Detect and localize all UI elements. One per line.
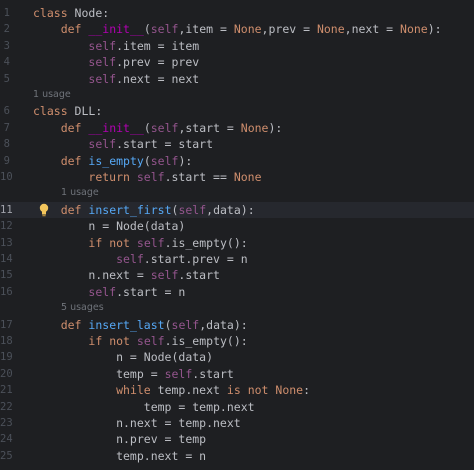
code-line[interactable]: 23 n.next = temp.next bbox=[0, 415, 474, 431]
code-text[interactable]: class DLL: bbox=[33, 103, 102, 119]
line-number: 1 bbox=[3, 7, 10, 19]
code-line[interactable]: 3 self.item = item bbox=[0, 38, 474, 54]
usage-hint-text: 1 usage bbox=[61, 187, 99, 199]
code-text[interactable]: temp = temp.next bbox=[33, 399, 255, 415]
code-text[interactable]: self.item = item bbox=[33, 38, 199, 54]
code-line[interactable]: 2 def __init__(self,item = None,prev = N… bbox=[0, 21, 474, 37]
code-line[interactable]: 16 self.start = n bbox=[0, 284, 474, 300]
line-number: 20 bbox=[0, 367, 13, 380]
code-line[interactable]: 8 self.start = start bbox=[0, 136, 474, 152]
line-number: 9 bbox=[3, 154, 10, 167]
code-text[interactable]: def __init__(self,start = None): bbox=[33, 120, 283, 136]
code-line[interactable]: 20 temp = self.start bbox=[0, 366, 474, 382]
line-number: 2 bbox=[3, 23, 10, 36]
code-text[interactable]: self.start.prev = n bbox=[33, 251, 248, 267]
code-line[interactable]: 24 n.prev = temp bbox=[0, 431, 474, 447]
line-number: 3 bbox=[3, 39, 10, 52]
code-text[interactable]: self.start = n bbox=[33, 284, 185, 300]
code-text[interactable]: def is_empty(self): bbox=[33, 153, 193, 169]
code-line[interactable]: 12 n = Node(data) bbox=[0, 218, 474, 234]
code-text[interactable]: n.next = temp.next bbox=[33, 415, 241, 431]
line-number: 16 bbox=[0, 285, 13, 298]
line-number: 6 bbox=[3, 105, 10, 118]
code-line[interactable]: 17 def insert_last(self,data): bbox=[0, 317, 474, 333]
line-number: 17 bbox=[0, 318, 13, 331]
line-number: 19 bbox=[0, 351, 13, 364]
code-line[interactable]: 13 if not self.is_empty(): bbox=[0, 235, 474, 251]
code-text[interactable]: if not self.is_empty(): bbox=[33, 235, 247, 251]
code-line[interactable]: 5 self.next = next bbox=[0, 71, 474, 87]
code-text[interactable]: temp.next = n bbox=[33, 448, 206, 464]
code-line[interactable]: 7 def __init__(self,start = None): bbox=[0, 120, 474, 136]
code-line[interactable]: 10 return self.start == None bbox=[0, 169, 474, 185]
code-line[interactable]: 22 temp = temp.next bbox=[0, 399, 474, 415]
code-text[interactable]: def __init__(self,item = None,prev = Non… bbox=[33, 21, 442, 37]
code-text[interactable]: def insert_first(self,data): bbox=[33, 202, 255, 218]
code-line[interactable]: 21 while temp.next is not None: bbox=[0, 382, 474, 398]
code-text[interactable]: self.start = start bbox=[33, 136, 213, 152]
code-text[interactable]: if not self.is_empty(): bbox=[33, 333, 247, 349]
usage-hint[interactable]: 5 usages bbox=[0, 300, 474, 316]
code-text[interactable]: temp = self.start bbox=[33, 366, 234, 382]
code-editor[interactable]: 1 class Node: 2 def __init__(self,item = N… bbox=[0, 0, 474, 470]
code-line[interactable]: 9 def is_empty(self): bbox=[0, 153, 474, 169]
line-number: 7 bbox=[3, 121, 10, 134]
usage-hint[interactable]: 1 usage bbox=[0, 185, 474, 201]
line-number: 14 bbox=[0, 253, 13, 265]
line-number: 23 bbox=[0, 417, 13, 429]
code-line[interactable]: 1 class Node: bbox=[0, 5, 474, 21]
code-text[interactable]: class Node: bbox=[33, 5, 109, 21]
usage-hint-text: 5 usages bbox=[61, 302, 104, 314]
line-number: 22 bbox=[0, 400, 13, 413]
code-text[interactable]: def insert_last(self,data): bbox=[33, 317, 248, 333]
line-number: 18 bbox=[0, 335, 13, 347]
line-number: 25 bbox=[0, 449, 13, 462]
code-text[interactable]: n.next = self.start bbox=[33, 267, 220, 283]
code-line[interactable]: 25 temp.next = n bbox=[0, 448, 474, 464]
code-line[interactable]: 19 n = Node(data) bbox=[0, 349, 474, 365]
line-number: 12 bbox=[0, 220, 13, 233]
line-number: 5 bbox=[3, 72, 10, 85]
code-line[interactable]: 14 self.start.prev = n bbox=[0, 251, 474, 267]
code-text[interactable]: self.prev = prev bbox=[33, 54, 199, 70]
code-line[interactable]: 18 if not self.is_empty(): bbox=[0, 333, 474, 349]
code-line[interactable]: 4 self.prev = prev bbox=[0, 54, 474, 70]
lightbulb-icon[interactable] bbox=[39, 203, 49, 217]
code-line[interactable]: 6 class DLL: bbox=[0, 103, 474, 119]
code-line[interactable]: 15 n.next = self.start bbox=[0, 267, 474, 283]
code-text[interactable]: n.prev = temp bbox=[33, 431, 206, 447]
usage-hint[interactable]: 1 usage bbox=[0, 87, 474, 103]
code-line[interactable]: 11 def insert_first(self,data): bbox=[0, 201, 474, 219]
line-number: 8 bbox=[3, 138, 10, 151]
line-number: 24 bbox=[0, 433, 13, 446]
line-number: 21 bbox=[0, 384, 13, 397]
code-text[interactable]: self.next = next bbox=[33, 71, 199, 87]
code-text[interactable]: while temp.next is not None: bbox=[33, 382, 310, 398]
line-number: 15 bbox=[0, 269, 13, 282]
code-text[interactable]: return self.start == None bbox=[33, 169, 261, 185]
code-text[interactable]: n = Node(data) bbox=[33, 218, 185, 234]
code-text[interactable]: n = Node(data) bbox=[33, 349, 213, 365]
line-number: 11 bbox=[0, 203, 13, 216]
line-number: 13 bbox=[0, 236, 13, 249]
usage-hint-text: 1 usage bbox=[33, 89, 71, 100]
line-number: 10 bbox=[0, 171, 13, 183]
line-number: 4 bbox=[3, 56, 10, 69]
